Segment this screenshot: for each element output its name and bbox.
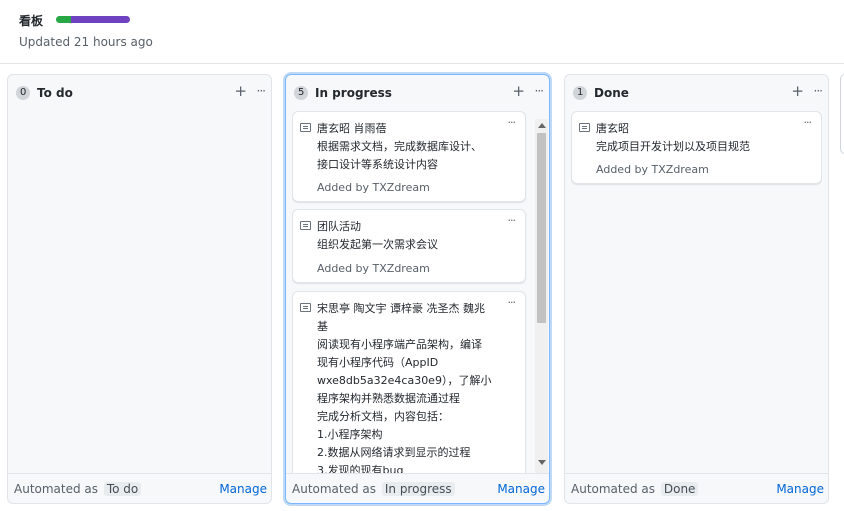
column-cards (14, 111, 265, 473)
progress-in-progress-segment (70, 16, 130, 23)
plus-icon[interactable]: + (512, 82, 525, 100)
next-column-edge (840, 74, 844, 154)
column-footer: Automated as Done Manage (565, 473, 828, 503)
note-icon (579, 123, 590, 132)
column-cards: ··· 唐玄昭 肖雨蓓 根据需求文档，完成数据库设计、 接口设计等系统设计内容 … (292, 111, 531, 473)
column-done: 1 Done + ··· ··· 唐玄昭 完成项目开发计划以及项目规范 Adde… (564, 74, 829, 504)
automation-label: Automated as Done (571, 482, 699, 496)
kebab-icon[interactable]: ··· (257, 84, 267, 98)
column-footer: Automated as In progress Manage (286, 473, 549, 503)
scroll-down-icon[interactable] (538, 460, 546, 465)
note-icon (300, 303, 311, 312)
card-note: 唐玄昭 肖雨蓓 根据需求文档，完成数据库设计、 接口设计等系统设计内容 (317, 122, 482, 171)
manage-link[interactable]: Manage (497, 482, 545, 496)
cards-scrollbar[interactable] (535, 119, 548, 473)
column-title: Done (594, 86, 629, 100)
card[interactable]: ··· 宋思亭 陶文宇 谭梓豪 冼圣杰 魏兆 基 阅读现有小程序端产品架构，编译… (292, 291, 526, 473)
plus-icon[interactable]: + (234, 82, 247, 100)
updated-timestamp: Updated 21 hours ago (19, 35, 153, 49)
column-title: In progress (315, 86, 392, 100)
column-card-count: 5 (294, 86, 309, 100)
card-added-by: Added by TXZdream (317, 181, 430, 194)
automation-value: To do (103, 482, 142, 496)
column-header: 1 Done + ··· (565, 75, 828, 111)
column-in-progress: 5 In progress + ··· ··· 唐玄昭 肖雨蓓 根据需求文档，完… (285, 74, 550, 504)
progress-done-segment (56, 16, 71, 23)
column-todo: 0 To do + ··· Automated as To do Manage (7, 74, 272, 504)
column-header: 5 In progress + ··· (286, 75, 549, 111)
card-menu-icon[interactable]: ··· (508, 296, 516, 309)
column-card-count: 1 (573, 86, 588, 100)
card[interactable]: ··· 唐玄昭 完成项目开发计划以及项目规范 Added by TXZdream (571, 111, 822, 184)
card[interactable]: ··· 唐玄昭 肖雨蓓 根据需求文档，完成数据库设计、 接口设计等系统设计内容 … (292, 111, 526, 202)
board-progress-bar (56, 16, 130, 23)
column-cards: ··· 唐玄昭 完成项目开发计划以及项目规范 Added by TXZdream (571, 111, 822, 473)
card-note: 团队活动 组织发起第一次需求会议 (317, 220, 438, 251)
automation-value: Done (660, 482, 699, 496)
note-icon (300, 123, 311, 132)
automation-label: Automated as In progress (292, 482, 455, 496)
automation-label: Automated as To do (14, 482, 142, 496)
card-note: 宋思亭 陶文宇 谭梓豪 冼圣杰 魏兆 基 阅读现有小程序端产品架构，编译 现有小… (317, 302, 492, 473)
card-menu-icon[interactable]: ··· (508, 214, 516, 227)
note-icon (300, 221, 311, 230)
card-added-by: Added by TXZdream (596, 163, 709, 176)
kebab-icon[interactable]: ··· (535, 84, 545, 98)
column-header: 0 To do + ··· (8, 75, 271, 111)
plus-icon[interactable]: + (791, 82, 804, 100)
manage-link[interactable]: Manage (219, 482, 267, 496)
manage-link[interactable]: Manage (776, 482, 824, 496)
kebab-icon[interactable]: ··· (814, 84, 824, 98)
card-note: 唐玄昭 完成项目开发计划以及项目规范 (596, 122, 750, 153)
column-footer: Automated as To do Manage (8, 473, 271, 503)
board-header: 看板 Updated 21 hours ago (0, 0, 844, 64)
board-title: 看板 (19, 14, 44, 28)
column-title: To do (37, 86, 73, 100)
card-added-by: Added by TXZdream (317, 262, 430, 275)
scroll-up-icon[interactable] (538, 123, 546, 128)
scrollbar-thumb[interactable] (537, 133, 546, 323)
column-card-count: 0 (16, 86, 31, 100)
automation-value: In progress (381, 482, 455, 496)
card-menu-icon[interactable]: ··· (508, 116, 516, 129)
card-menu-icon[interactable]: ··· (804, 116, 812, 129)
card[interactable]: ··· 团队活动 组织发起第一次需求会议 Added by TXZdream (292, 209, 526, 283)
